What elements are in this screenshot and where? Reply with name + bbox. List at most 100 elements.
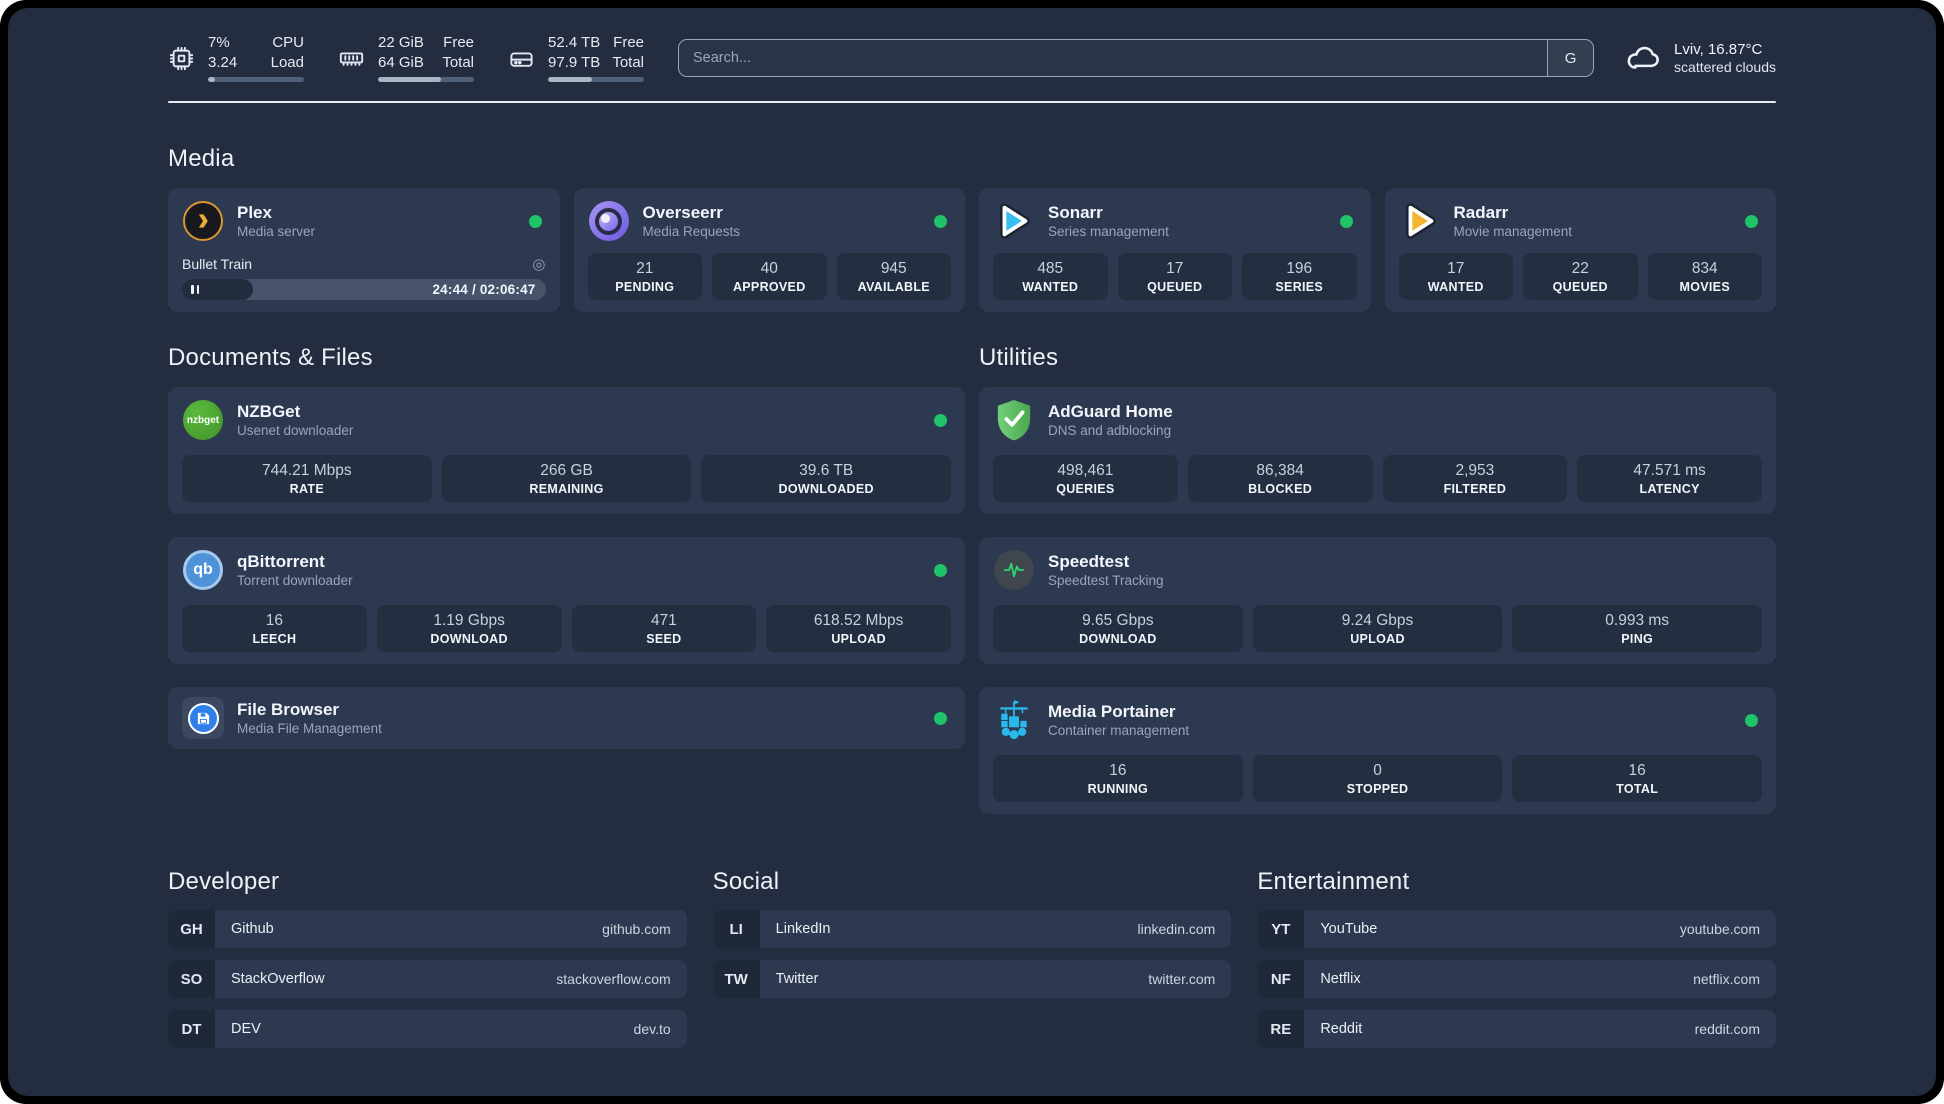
memory-usage-bar [378, 77, 474, 83]
cpu-percent: 7% [208, 33, 230, 51]
memory-free-label: Free [443, 33, 474, 51]
stat-value: 16 [265, 612, 283, 629]
weather-widget[interactable]: Lviv, 16.87°C scattered clouds [1624, 39, 1776, 77]
section-title-documents: Documents & Files [168, 344, 373, 371]
stat-label: QUEUED [1552, 280, 1608, 294]
app-card-qbittorrent[interactable]: qb qBittorrent Torrent downloader 16 LEE… [168, 537, 965, 664]
stat-box: 9.24 Gbps UPLOAD [1252, 605, 1503, 652]
section-utilities: Utilities AdGuard Home DNS and adblockin… [979, 344, 1776, 814]
stat-label: RATE [289, 482, 324, 496]
stat-box: 0.993 ms PING [1512, 605, 1763, 652]
stat-value: 0.993 ms [1605, 612, 1670, 629]
status-online-dot [528, 214, 542, 228]
stat-value: 834 [1691, 260, 1718, 277]
stat-value: 196 [1286, 260, 1313, 277]
stat-box: 17 QUEUED [1117, 253, 1232, 300]
speedtest-icon [993, 549, 1035, 591]
stat-value: 471 [650, 612, 677, 629]
app-card-speedtest[interactable]: Speedtest Speedtest Tracking 9.65 Gbps D… [979, 537, 1776, 664]
cpu-icon [168, 45, 195, 72]
bookmark-twitter[interactable]: TW Twitter twitter.com [712, 960, 1232, 998]
bookmark-label: LinkedIn [775, 921, 831, 937]
status-online-dot [934, 711, 947, 725]
cpu-label: CPU [272, 33, 304, 51]
bookmark-label: Twitter [775, 971, 819, 987]
portainer-icon [993, 699, 1035, 741]
radarr-icon [1399, 200, 1441, 242]
search-provider-button[interactable]: G [1547, 40, 1594, 76]
stat-box: 2,953 FILTERED [1382, 455, 1568, 502]
stat-box: 834 MOVIES [1647, 253, 1762, 300]
stat-label: SEED [646, 632, 682, 646]
card-title: Overseerr [642, 203, 723, 222]
qbittorrent-icon: qb [182, 549, 224, 591]
bookmark-github[interactable]: GH Github github.com [168, 910, 687, 948]
bookmark-stackoverflow[interactable]: SO StackOverflow stackoverflow.com [168, 960, 687, 998]
app-card-filebrowser[interactable]: File Browser Media File Management [168, 687, 965, 749]
storage-usage-fill [548, 77, 593, 83]
card-title: Plex [237, 203, 272, 222]
stat-box: 16 TOTAL [1512, 755, 1763, 802]
bookmark-youtube[interactable]: YT YouTube youtube.com [1257, 910, 1776, 948]
bookmark-url: youtube.com [1679, 921, 1760, 937]
stat-box: 16 LEECH [182, 605, 367, 652]
filebrowser-icon [182, 697, 224, 739]
stat-value: 22 [1571, 260, 1589, 277]
app-card-portainer[interactable]: Media Portainer Container management 16 … [979, 687, 1776, 814]
stat-label: WANTED [1427, 280, 1484, 294]
stat-value: 485 [1037, 260, 1064, 277]
stat-label: RUNNING [1087, 782, 1149, 796]
stat-label: PENDING [615, 280, 675, 294]
bookmark-label: YouTube [1320, 921, 1378, 937]
pause-icon[interactable] [191, 285, 199, 294]
bookmark-abbr: GH [168, 910, 215, 948]
bookmark-url: dev.to [633, 1021, 671, 1037]
stat-box: 471 SEED [571, 605, 757, 652]
playback-progress-bar: 24:44 / 02:06:47 [182, 279, 546, 300]
cpu-stat: 7% 3.24 CPU Load [168, 34, 304, 83]
stat-value: 17 [1447, 260, 1465, 277]
storage-total-label: Total [612, 53, 644, 71]
card-subtitle: Torrent downloader [237, 573, 353, 588]
bookmark-abbr: SO [168, 960, 215, 998]
cpu-usage-fill [208, 77, 215, 83]
status-online-dot [1745, 214, 1758, 228]
stat-value: 21 [636, 260, 654, 277]
card-subtitle: Speedtest Tracking [1048, 573, 1164, 588]
stat-label: QUEUED [1147, 280, 1203, 294]
card-subtitle: Movie management [1453, 224, 1573, 239]
app-card-overseerr[interactable]: Overseerr Media Requests 21 PENDING 40 A… [573, 188, 965, 312]
stat-box: 40 APPROVED [712, 253, 827, 300]
app-card-nzbget[interactable]: nzbget NZBGet Usenet downloader 744.21 M… [168, 387, 965, 514]
stat-value: 2,953 [1455, 462, 1495, 479]
stat-value: 16 [1109, 762, 1127, 779]
card-subtitle: Media server [237, 224, 316, 239]
stat-label: UPLOAD [1350, 632, 1405, 646]
bookmark-netflix[interactable]: NF Netflix netflix.com [1257, 960, 1776, 998]
storage-free-value: 52.4 TB [548, 33, 601, 51]
bookmark-dev[interactable]: DT DEV dev.to [168, 1010, 687, 1048]
stat-box: 744.21 Mbps RATE [182, 455, 432, 502]
bookmark-linkedin[interactable]: LI LinkedIn linkedin.com [712, 910, 1232, 948]
bookmark-url: github.com [602, 921, 671, 937]
section-developer: Developer GH Github github.com SO StackO… [168, 868, 687, 1048]
cpu-load-label: Load [270, 53, 304, 71]
app-card-radarr[interactable]: Radarr Movie management 17 WANTED 22 QUE… [1384, 188, 1776, 312]
stat-box: 39.6 TB DOWNLOADED [701, 455, 952, 502]
stat-label: APPROVED [732, 280, 806, 294]
bookmark-reddit[interactable]: RE Reddit reddit.com [1257, 1010, 1776, 1048]
search-input[interactable] [679, 40, 1548, 76]
section-title-entertainment: Entertainment [1257, 868, 1410, 895]
dashboard: 7% 3.24 CPU Load 22 GiB 64 GiB Free Tota… [8, 8, 1936, 1096]
app-card-plex[interactable]: Plex Media server Bullet Train ◎ 24:44 /… [168, 188, 560, 312]
bookmark-label: Reddit [1320, 1021, 1363, 1037]
stat-box: 47.571 ms LATENCY [1577, 455, 1762, 502]
stat-value: 266 GB [540, 462, 593, 479]
app-card-sonarr[interactable]: Sonarr Series management 485 WANTED 17 Q… [979, 188, 1371, 312]
stat-value: 744.21 Mbps [262, 462, 352, 479]
stat-label: REMAINING [529, 482, 604, 496]
storage-total-value: 97.9 TB [548, 53, 601, 71]
stat-box: 498,461 QUERIES [993, 455, 1178, 502]
stat-value: 17 [1166, 260, 1184, 277]
app-card-adguard[interactable]: AdGuard Home DNS and adblocking 498,461 … [979, 387, 1776, 514]
